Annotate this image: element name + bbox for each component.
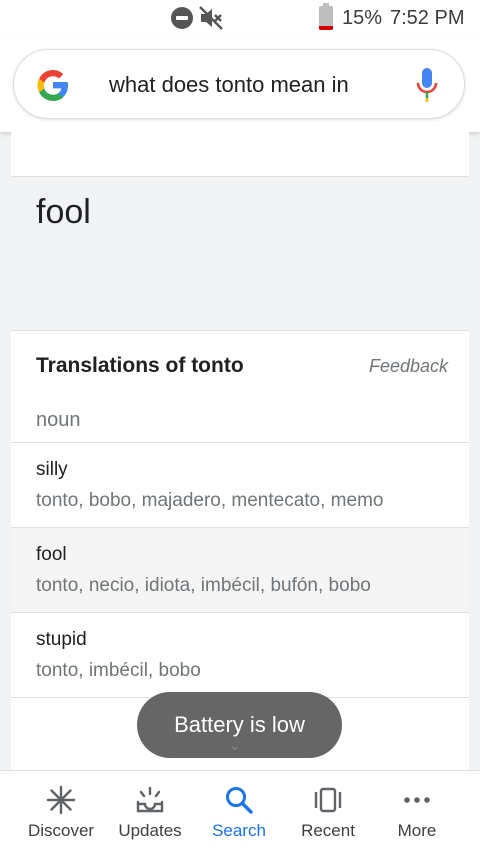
- search-query[interactable]: what does tonto mean in: [109, 72, 349, 98]
- mute-icon: [198, 4, 224, 38]
- nav-label: Updates: [118, 821, 182, 840]
- nav-more[interactable]: More: [369, 771, 465, 855]
- translation-word: fool: [36, 544, 67, 565]
- nav-updates[interactable]: Updates: [102, 771, 198, 855]
- translation-row-silly[interactable]: silly tonto, bobo, majadero, mentecato, …: [11, 443, 469, 528]
- translation-synonyms: tonto, necio, idiota, imbécil, bufón, bo…: [36, 575, 371, 596]
- translation-card: fool Translations of tonto Feedback noun…: [11, 132, 469, 772]
- translation-row-fool[interactable]: fool tonto, necio, idiota, imbécil, bufó…: [11, 528, 469, 613]
- translation-synonyms: tonto, bobo, majadero, mentecato, memo: [36, 490, 384, 511]
- translation-row-stupid[interactable]: stupid tonto, imbécil, bobo: [11, 613, 469, 698]
- asterisk-icon: [46, 785, 76, 815]
- nav-discover[interactable]: Discover: [13, 771, 109, 855]
- nav-recent[interactable]: Recent: [280, 771, 376, 855]
- google-logo-icon: [37, 70, 68, 101]
- chevron-down-icon[interactable]: ⌄: [229, 737, 241, 754]
- search-icon: [226, 787, 253, 814]
- translations-heading: Translations of tonto: [36, 354, 244, 377]
- nav-label: More: [397, 821, 437, 840]
- translation-synonyms: tonto, imbécil, bobo: [36, 660, 201, 681]
- nav-label: Discover: [27, 821, 95, 840]
- translation-word: stupid: [36, 629, 87, 650]
- part-of-speech-label: noun: [36, 409, 81, 431]
- inbox-updates-icon: [136, 786, 164, 813]
- translated-word: fool: [36, 193, 91, 231]
- nav-search[interactable]: Search: [191, 771, 287, 855]
- bottom-navigation: Discover Updates Search Recent More: [0, 770, 480, 855]
- battery-percent: 15%: [342, 7, 383, 29]
- more-dots-icon: [404, 797, 430, 803]
- clock: 7:52 PM: [390, 7, 465, 29]
- status-bar: 15% 7:52 PM: [0, 0, 480, 36]
- search-box[interactable]: what does tonto mean in: [13, 49, 465, 119]
- nav-label: Search: [212, 821, 266, 840]
- translation-result: fool: [11, 177, 469, 331]
- microphone-icon[interactable]: [414, 66, 440, 104]
- battery-icon: [319, 3, 333, 30]
- card-top-strip: [11, 132, 469, 177]
- search-header: what does tonto mean in: [0, 36, 480, 132]
- recent-tabs-icon: [314, 787, 342, 813]
- nav-label: Recent: [301, 821, 355, 840]
- do-not-disturb-icon: [171, 7, 193, 29]
- translation-word: silly: [36, 459, 68, 480]
- feedback-link[interactable]: Feedback: [369, 356, 448, 377]
